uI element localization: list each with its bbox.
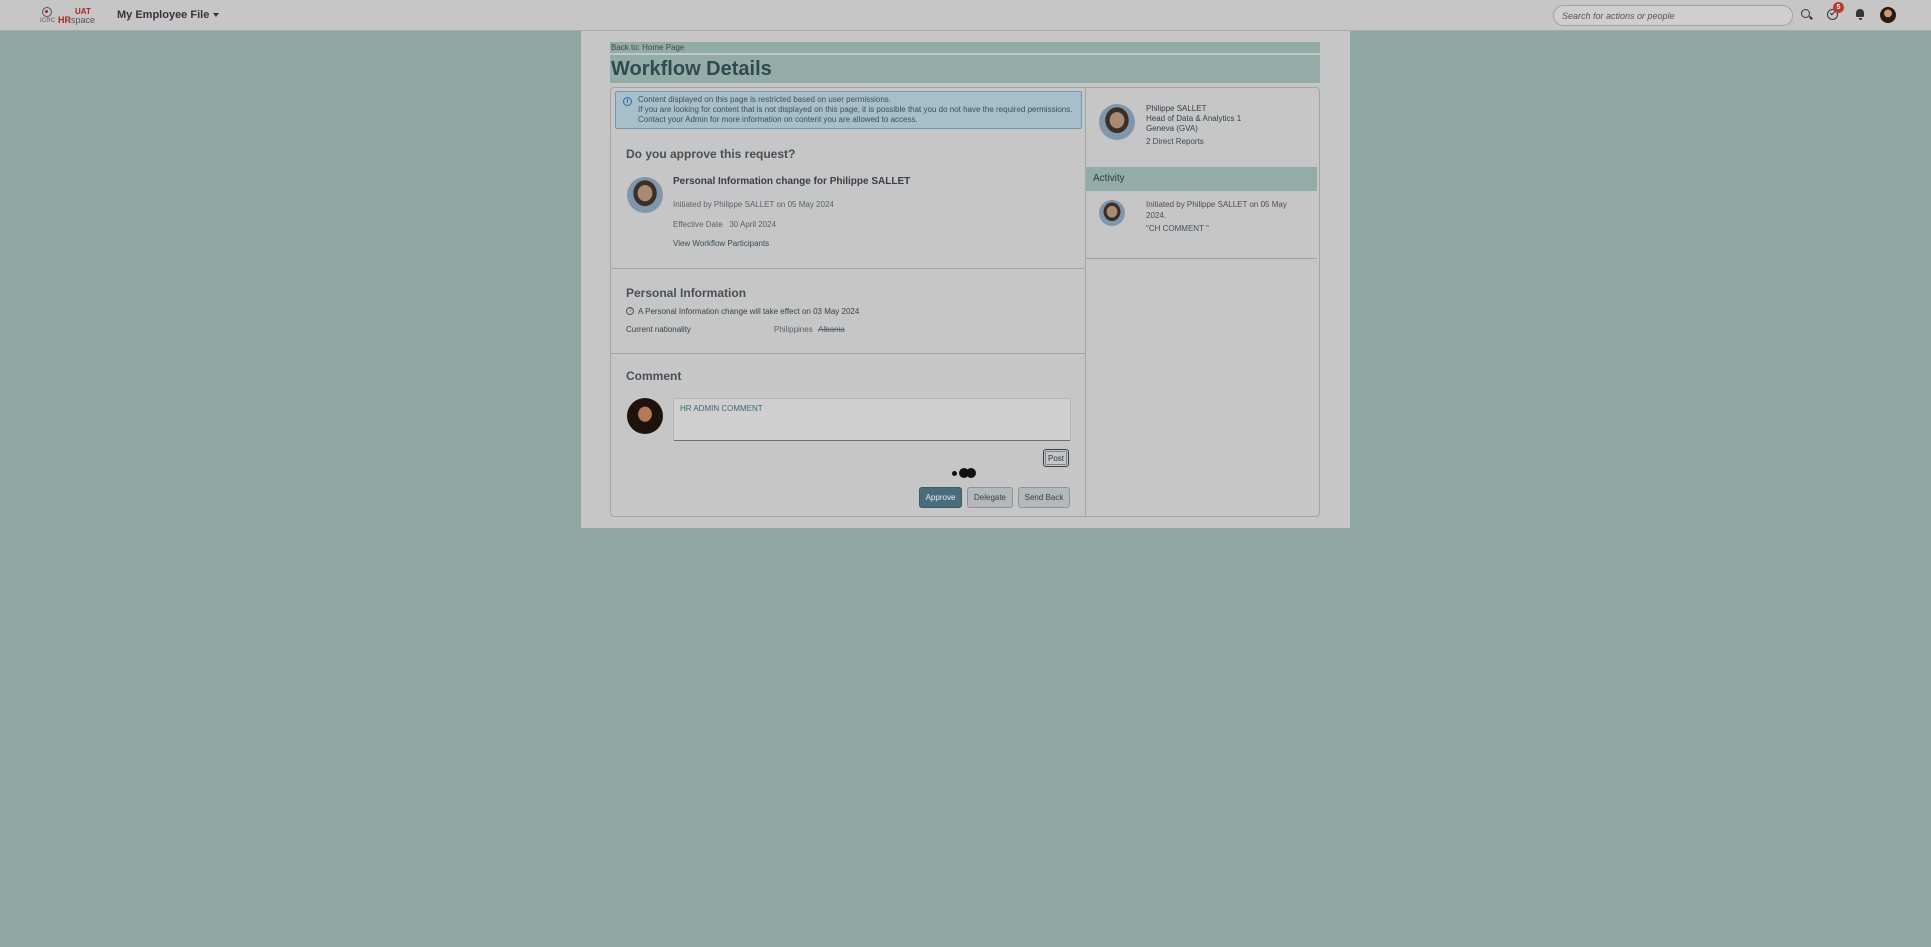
activity-divider [1086, 258, 1317, 259]
icrc-emblem-icon [42, 7, 52, 17]
activity-entry-text: Initiated by Philippe SALLET on 05 May 2… [1146, 200, 1287, 220]
send-back-button[interactable]: Send Back [1018, 487, 1070, 508]
delegate-button[interactable]: Delegate [967, 487, 1013, 508]
commenter-avatar [627, 398, 663, 434]
info-line-2: If you are looking for content that is n… [638, 105, 1073, 124]
subject-name[interactable]: Philippe SALLET [1146, 104, 1206, 114]
personal-info-heading: Personal Information [626, 286, 747, 300]
info-icon: i [623, 97, 632, 106]
logo-org: ICRC [40, 18, 56, 24]
activity-entry-comment: "CH COMMENT " [1146, 224, 1209, 233]
subject-location: Geneva (GVA) [1146, 124, 1198, 133]
activity-entry: Initiated by Philippe SALLET on 05 May 2… [1146, 199, 1306, 234]
nationality-label: Current nationality [626, 325, 691, 334]
subject-avatar [1099, 104, 1135, 140]
section-divider [611, 353, 1085, 354]
view-participants-link[interactable]: View Workflow Participants [673, 239, 769, 248]
user-avatar[interactable] [1880, 7, 1896, 23]
comment-heading: Comment [626, 369, 682, 383]
section-divider [611, 268, 1085, 269]
bell-icon[interactable] [1854, 8, 1868, 22]
permission-info-strip: i Content displayed on this page is rest… [615, 91, 1082, 129]
request-title: Personal Information change for Philippe… [673, 176, 911, 187]
effective-date-label: Effective Date [673, 220, 723, 229]
search-icon[interactable] [1800, 8, 1814, 22]
effective-hint: A Personal Information change will take … [638, 307, 860, 316]
approve-button[interactable]: Approve [919, 487, 962, 508]
chevron-down-icon [213, 13, 220, 18]
app-title: My Employee File [117, 9, 210, 21]
nationality-old-value: Albania [818, 325, 845, 334]
comment-input[interactable]: HR ADMIN COMMENT [673, 398, 1071, 441]
effective-date: Effective Date 30 April 2024 [673, 220, 776, 229]
back-link[interactable]: Back to: Home Page [610, 42, 1320, 53]
info-text: Content displayed on this page is restri… [638, 95, 1073, 125]
page-title: Workflow Details [610, 55, 1320, 83]
request-initiated: Initiated by Philippe SALLET on 05 May 2… [673, 200, 834, 209]
search-input[interactable] [1553, 5, 1793, 26]
busy-indicator [952, 468, 982, 478]
post-button[interactable]: Post [1043, 449, 1069, 467]
subject-position: Head of Data & Analytics 1 [1146, 114, 1242, 123]
approve-heading: Do you approve this request? [626, 147, 796, 161]
info-line-1: Content displayed on this page is restri… [638, 95, 892, 104]
hrspace-logo[interactable]: ICRC UAT HRspace [39, 5, 95, 25]
clock-hint-icon: ? [626, 307, 634, 315]
requester-avatar [627, 177, 663, 213]
tasks-badge: 5 [1833, 2, 1844, 13]
activity-avatar [1099, 200, 1125, 226]
effective-date-value: 30 April 2024 [729, 220, 777, 229]
column-divider [1085, 88, 1086, 516]
activity-header: Activity [1086, 167, 1317, 191]
logo-product: HRspace [58, 15, 96, 25]
shell-bar: ICRC UAT HRspace My Employee File 5 [0, 0, 1931, 31]
direct-reports-link[interactable]: 2 Direct Reports [1146, 137, 1204, 146]
app-title-menu[interactable]: My Employee File [117, 9, 220, 21]
nationality-new-value: Philippines [774, 325, 813, 334]
